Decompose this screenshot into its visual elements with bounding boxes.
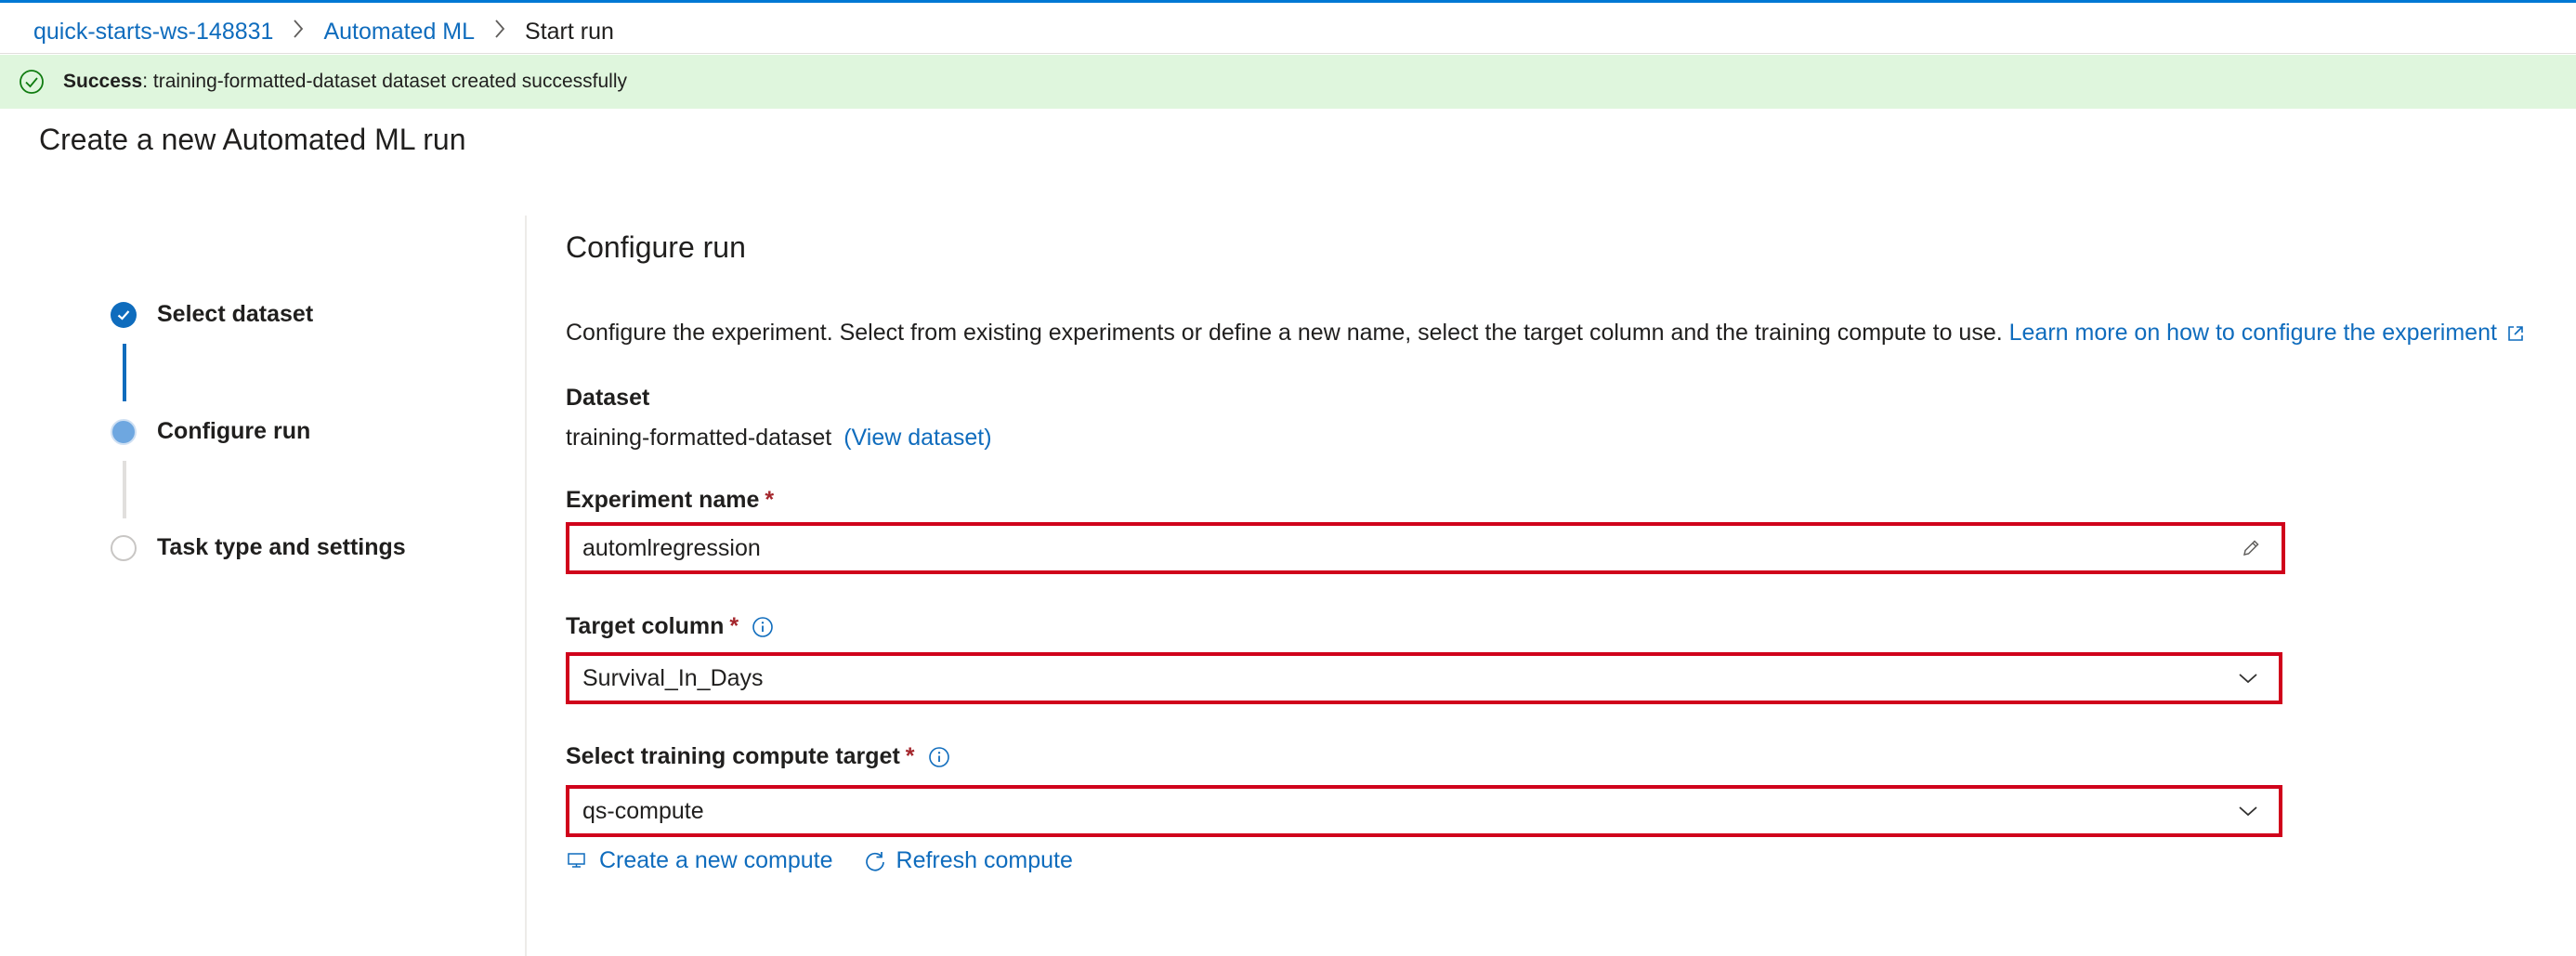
refresh-compute-label: Refresh compute: [896, 847, 1073, 873]
info-icon[interactable]: [928, 746, 950, 768]
step-select-dataset[interactable]: Select dataset: [111, 301, 313, 328]
external-link-icon: [2506, 324, 2525, 343]
info-icon[interactable]: [752, 616, 774, 638]
target-column-dropdown[interactable]: Survival_In_Days: [566, 652, 2282, 704]
experiment-name-label: Experiment name *: [566, 487, 774, 514]
refresh-icon: [863, 849, 887, 873]
compute-target-value: qs-compute: [582, 797, 704, 824]
breadcrumb-automated-ml-link[interactable]: Automated ML: [323, 19, 475, 46]
required-mark: *: [765, 487, 775, 513]
breadcrumb: quick-starts-ws-148831 Automated ML Star…: [33, 13, 614, 50]
compute-actions: Create a new compute Refresh compute: [566, 847, 1103, 874]
banner-message: : training-formatted-dataset dataset cre…: [142, 71, 627, 92]
dataset-label-text: Dataset: [566, 385, 650, 411]
chevron-down-icon[interactable]: [2234, 664, 2262, 692]
section-title: Configure run: [566, 230, 746, 264]
compute-target-label-text: Select training compute target: [566, 743, 900, 769]
page-title: Create a new Automated ML run: [39, 123, 466, 156]
step-configure-run[interactable]: Configure run: [111, 418, 310, 445]
dataset-name: training-formatted-dataset: [566, 425, 832, 451]
target-column-label-text: Target column: [566, 613, 725, 639]
chevron-down-icon[interactable]: [2234, 797, 2262, 825]
required-mark: *: [729, 613, 739, 639]
experiment-name-label-text: Experiment name: [566, 487, 760, 513]
compute-target-label: Select training compute target *: [566, 743, 950, 770]
step-current-indicator: [111, 418, 137, 445]
target-column-value: Survival_In_Days: [582, 664, 764, 691]
success-banner: Success : training-formatted-dataset dat…: [0, 55, 2576, 109]
dataset-label: Dataset: [566, 385, 649, 412]
compute-icon: [566, 849, 590, 873]
top-accent-line: [0, 0, 2576, 3]
learn-more-link[interactable]: Learn more on how to configure the exper…: [2009, 320, 2525, 346]
experiment-name-value[interactable]: automlregression: [569, 535, 2237, 562]
banner-status: Success: [63, 71, 143, 92]
create-compute-button[interactable]: Create a new compute: [566, 847, 833, 874]
breadcrumb-divider: [0, 53, 2576, 54]
pencil-icon[interactable]: [2237, 534, 2265, 562]
step-task-type-settings[interactable]: Task type and settings: [111, 534, 406, 561]
step-connector-done: [123, 344, 126, 401]
create-compute-label: Create a new compute: [599, 847, 833, 873]
chevron-right-icon: [292, 19, 305, 46]
description-text: Configure the experiment. Select from ex…: [566, 320, 2009, 346]
dataset-value: training-formatted-dataset (View dataset…: [566, 425, 992, 452]
required-mark: *: [905, 743, 915, 769]
learn-more-label: Learn more on how to configure the exper…: [2008, 320, 2497, 346]
panel-divider: [525, 216, 527, 956]
step-label: Configure run: [157, 418, 311, 444]
chevron-right-icon: [493, 19, 506, 46]
section-description: Configure the experiment. Select from ex…: [566, 320, 2525, 347]
target-column-label: Target column *: [566, 613, 774, 640]
refresh-compute-button[interactable]: Refresh compute: [863, 847, 1073, 874]
step-pending-indicator: [111, 534, 137, 561]
step-done-check-icon: [111, 301, 137, 328]
experiment-name-input[interactable]: automlregression: [566, 522, 2285, 574]
breadcrumb-workspace-link[interactable]: quick-starts-ws-148831: [33, 19, 273, 46]
step-label: Task type and settings: [157, 534, 406, 560]
step-label: Select dataset: [157, 301, 314, 327]
breadcrumb-current: Start run: [525, 18, 614, 45]
compute-target-dropdown[interactable]: qs-compute: [566, 785, 2282, 837]
view-dataset-link[interactable]: (View dataset): [843, 425, 991, 451]
check-circle-icon: [19, 69, 45, 95]
step-connector-pending: [123, 461, 126, 518]
automl-create-run-page: quick-starts-ws-148831 Automated ML Star…: [0, 0, 2576, 956]
